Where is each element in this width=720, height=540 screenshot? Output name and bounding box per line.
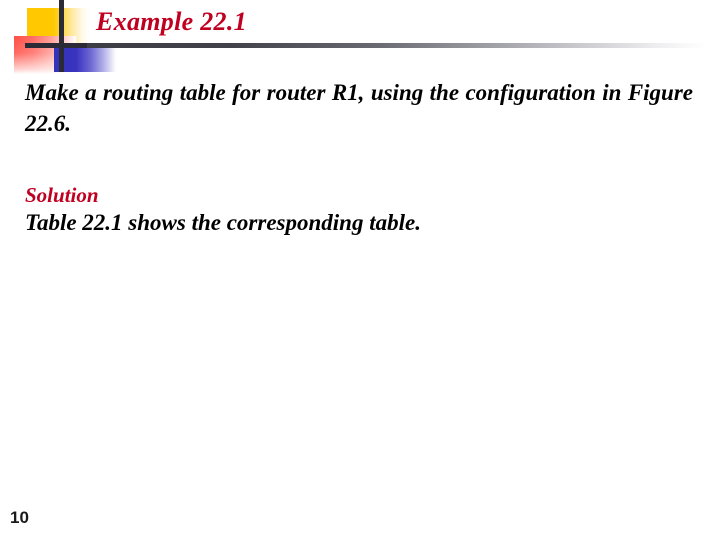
slide-canvas: Example 22.1 Make a routing table for ro… bbox=[0, 0, 720, 540]
solution-heading: Solution bbox=[25, 183, 99, 207]
slide-title: Example 22.1 bbox=[96, 7, 247, 36]
solution-text: Table 22.1 shows the corresponding table… bbox=[25, 210, 421, 236]
vertical-rule-icon bbox=[59, 0, 64, 72]
solution-block: Solution Table 22.1 shows the correspond… bbox=[25, 182, 693, 239]
horizontal-rule-accent bbox=[25, 43, 87, 48]
horizontal-rule bbox=[25, 43, 705, 48]
page-number: 10 bbox=[10, 508, 29, 527]
question-text: Make a routing table for router R1, usin… bbox=[25, 80, 693, 136]
question-block: Make a routing table for router R1, usin… bbox=[25, 78, 693, 140]
